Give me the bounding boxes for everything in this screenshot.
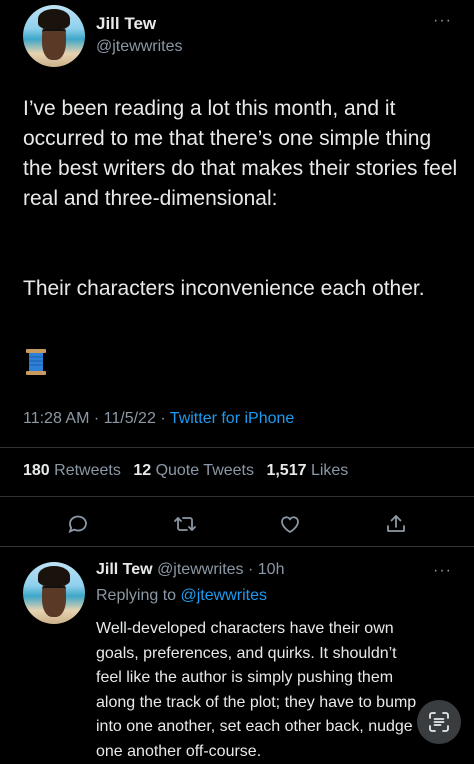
reply-author-handle[interactable]: @jtewwrites	[157, 561, 243, 578]
tweet-text-paragraph-2: Their characters inconvenience each othe…	[23, 277, 425, 300]
more-options-icon[interactable]: ···	[433, 12, 452, 30]
quotes-label: Quote Tweets	[155, 462, 254, 479]
quotes-count: 12	[133, 462, 152, 479]
replying-to-handle[interactable]: @jtewwrites	[181, 587, 267, 604]
engagement-stats: 180 Retweets 12 Quote Tweets 1,517 Likes	[23, 462, 348, 480]
thread-spool-icon	[26, 349, 46, 375]
reply-author-name[interactable]: Jill Tew	[96, 561, 153, 578]
live-text-button[interactable]	[417, 700, 461, 744]
divider	[0, 496, 474, 497]
reply-more-options-icon[interactable]: ···	[433, 562, 452, 580]
tweet-source-link[interactable]: Twitter for iPhone	[170, 410, 295, 427]
retweets-label: Retweets	[54, 462, 121, 479]
tweet-text-paragraph-1: I’ve been reading a lot this month, and …	[23, 97, 458, 210]
like-icon[interactable]	[278, 512, 302, 536]
share-icon[interactable]	[384, 512, 408, 536]
reply-icon[interactable]	[66, 512, 90, 536]
live-text-icon	[429, 712, 449, 732]
meta-separator: ·	[93, 410, 100, 427]
likes-label: Likes	[310, 462, 349, 479]
divider	[0, 447, 474, 448]
tweet-time: 11:28 AM	[23, 410, 90, 427]
replying-to-prefix: Replying to	[96, 587, 177, 604]
reply-text: Well-developed characters have their own…	[96, 620, 417, 760]
retweets-stat[interactable]: 180 Retweets	[23, 462, 121, 479]
retweets-count: 180	[23, 462, 50, 479]
replying-to: Replying to @jtewwrites	[96, 587, 267, 605]
author-avatar[interactable]	[23, 5, 85, 67]
likes-count: 1,517	[266, 462, 307, 479]
meta-separator: ·	[160, 410, 166, 427]
reply-separator: ·	[248, 561, 254, 578]
likes-stat[interactable]: 1,517 Likes	[266, 462, 348, 479]
divider	[0, 546, 474, 547]
quotes-stat[interactable]: 12 Quote Tweets	[133, 462, 254, 479]
tweet-date: 11/5/22	[103, 410, 156, 427]
author-handle[interactable]: @jtewwrites	[96, 38, 182, 56]
tweet-metadata: 11:28 AM · 11/5/22 · Twitter for iPhone	[23, 410, 294, 428]
author-name[interactable]: Jill Tew	[96, 14, 156, 34]
reply-author-avatar[interactable]	[23, 562, 85, 624]
reply-age[interactable]: 10h	[258, 561, 285, 578]
reply-header: Jill Tew @jtewwrites · 10h	[96, 561, 284, 579]
retweet-icon[interactable]	[173, 512, 197, 536]
